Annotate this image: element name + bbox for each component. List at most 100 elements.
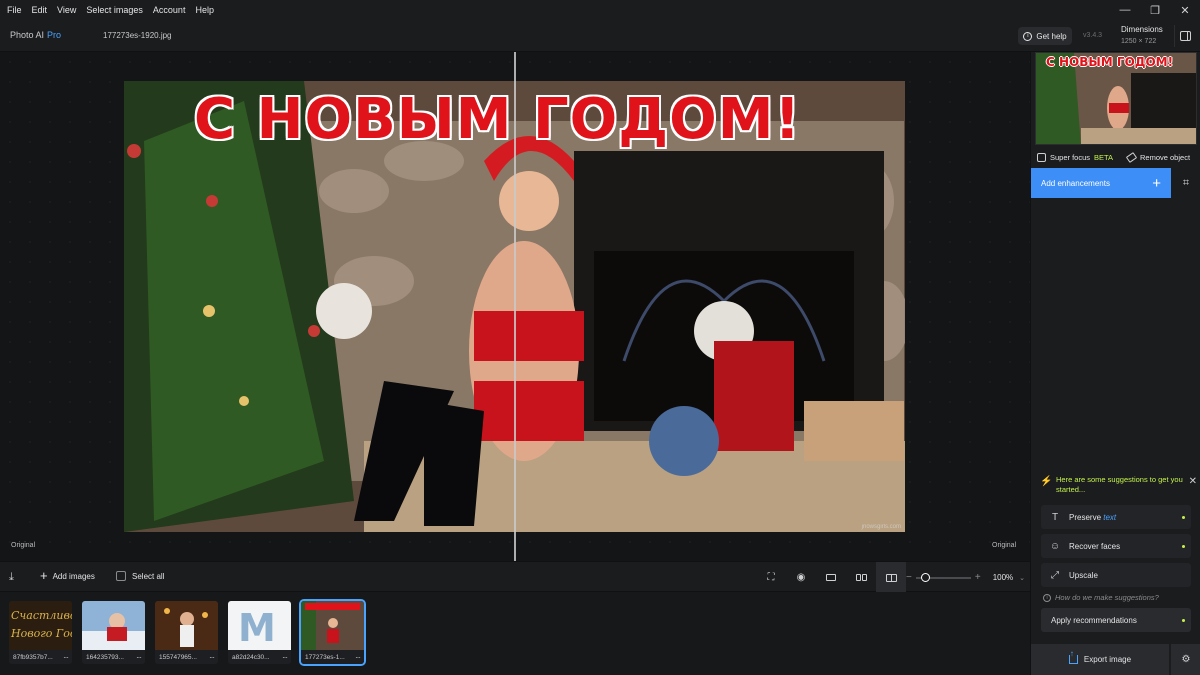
thumbnail-caption: 177273es-1... ···: [301, 650, 364, 664]
app-brand: Photo AI Pro: [10, 30, 61, 40]
split-view-button[interactable]: [876, 562, 906, 593]
watermark: jnowsgirls.com: [861, 524, 901, 530]
remove-object-button[interactable]: Remove object: [1125, 151, 1190, 163]
dimensions-label: Dimensions: [1121, 25, 1163, 34]
focus-view-button[interactable]: ⛶: [756, 562, 786, 593]
thumbnail[interactable]: 164235793... ···: [82, 601, 145, 664]
zoom-slider[interactable]: [915, 572, 971, 582]
minimize-icon[interactable]: —: [1110, 0, 1140, 20]
text-icon: T: [1051, 511, 1059, 523]
collapse-filmstrip-icon[interactable]: ⤓: [9, 571, 14, 584]
zoom-level[interactable]: 100%: [993, 573, 1013, 582]
thumbnail-image: [155, 601, 218, 650]
add-images-button[interactable]: + Add images: [40, 568, 95, 583]
crop-button[interactable]: ⌗: [1171, 168, 1200, 198]
thumbnail-image: [82, 601, 145, 650]
suggestion-label: Upscale: [1069, 570, 1098, 580]
menu-view[interactable]: View: [52, 0, 81, 20]
apply-recommendations-button[interactable]: Apply recommendations: [1041, 608, 1191, 632]
zoom-in-icon[interactable]: +: [975, 572, 981, 583]
apply-recommendations-label: Apply recommendations: [1051, 615, 1137, 625]
svg-text:Счастливого: Счастливого: [11, 609, 72, 622]
tools-row: Super focus BETA Remove object: [1031, 149, 1200, 165]
upscale-icon: ⤢: [1051, 569, 1059, 581]
compare-divider[interactable]: [514, 52, 516, 561]
suggestions-panel: ⚡ Here are some suggestions to get you s…: [1037, 475, 1197, 632]
beta-badge: BETA: [1094, 152, 1114, 162]
suggestion-recover-faces[interactable]: ☺ Recover faces: [1041, 534, 1191, 558]
split-view-icon: [885, 573, 897, 582]
super-focus-label: Super focus: [1050, 152, 1091, 162]
thumbnail-image: M: [228, 601, 291, 650]
menu-help[interactable]: Help: [190, 0, 219, 20]
right-panel: С НОВЫМ ГОДОМ! Super focus BETA Remove o…: [1030, 52, 1200, 675]
navigator-preview[interactable]: С НОВЫМ ГОДОМ!: [1035, 52, 1197, 145]
svg-text:Нового Год: Нового Год: [10, 627, 72, 640]
plus-icon: +: [40, 568, 48, 583]
close-icon[interactable]: ✕: [1170, 0, 1200, 20]
menu-file[interactable]: File: [2, 0, 27, 20]
zoom-out-icon[interactable]: −: [906, 572, 912, 583]
navigator-greeting-text: С НОВЫМ ГОДОМ!: [1046, 55, 1174, 69]
restore-icon[interactable]: ❐: [1140, 0, 1170, 20]
info-icon: i: [1023, 31, 1033, 41]
menu-edit[interactable]: Edit: [27, 0, 53, 20]
close-icon[interactable]: ✕: [1189, 477, 1197, 487]
chevron-down-icon[interactable]: ⌄: [1019, 574, 1025, 582]
super-focus-button[interactable]: Super focus BETA: [1037, 152, 1114, 162]
thumbnail-caption: 164235793... ···: [82, 650, 145, 664]
app-name: Photo AI: [10, 30, 45, 40]
get-help-button[interactable]: i Get help: [1018, 27, 1072, 45]
export-image-label: Export image: [1083, 655, 1132, 664]
how-suggestions-link[interactable]: i How do we make suggestions?: [1043, 593, 1159, 602]
thumbnail[interactable]: M a82d24c30... ···: [228, 601, 291, 664]
thumbnail[interactable]: Счастливого Нового Год 87fb9357b7...···: [9, 601, 72, 664]
select-all-checkbox[interactable]: Select all: [116, 571, 164, 581]
focus-frame-icon: ⛶: [767, 572, 775, 583]
thumbnail-selected[interactable]: 177273es-1... ···: [299, 599, 366, 666]
export-image-button[interactable]: Export image: [1031, 644, 1169, 675]
suggestion-upscale[interactable]: ⤢ Upscale: [1041, 563, 1191, 587]
face-icon: ☺: [1049, 540, 1061, 552]
recommended-dot: [1182, 516, 1185, 519]
eye-icon: ◉: [796, 572, 806, 583]
side-by-side-button[interactable]: [846, 562, 876, 593]
sidebar-icon: [1180, 31, 1191, 41]
add-enhancements-label: Add enhancements: [1041, 178, 1110, 188]
thumbnail-caption: 155747965... ···: [155, 650, 218, 664]
single-view-button[interactable]: [816, 562, 846, 593]
menu-account[interactable]: Account: [148, 0, 191, 20]
more-options-icon[interactable]: ···: [355, 653, 361, 662]
thumbnail-image: [301, 601, 364, 650]
app-header: Photo AI Pro 177273es-1920.jpg i Get help…: [0, 20, 1200, 52]
suggestion-preserve-text[interactable]: T Preserve text: [1041, 505, 1191, 529]
zoom-slider-knob[interactable]: [920, 572, 930, 582]
export-settings-button[interactable]: ⚙: [1171, 644, 1200, 675]
thumbnail-image: Счастливого Нового Год: [9, 601, 72, 650]
more-options-icon[interactable]: ···: [209, 653, 215, 662]
more-options-icon[interactable]: ···: [63, 653, 69, 662]
filmstrip: Счастливого Нового Год 87fb9357b7...··· …: [0, 592, 1030, 675]
menu-select-images[interactable]: Select images: [81, 0, 148, 20]
version-label: v3.4.3: [1083, 32, 1103, 39]
add-enhancements-button[interactable]: Add enhancements +: [1031, 168, 1171, 198]
side-by-side-icon: [855, 574, 867, 581]
recommended-dot: [1182, 619, 1185, 622]
original-label-left: Original: [11, 542, 36, 549]
info-icon: i: [1043, 593, 1051, 602]
gear-icon: ⚙: [1181, 654, 1191, 665]
thumbnail-caption: a82d24c30... ···: [228, 650, 291, 664]
thumbnail[interactable]: 155747965... ···: [155, 601, 218, 664]
panel-toggle-button[interactable]: [1174, 25, 1196, 47]
greeting-text: С НОВЫМ ГОДОМ!: [194, 87, 802, 152]
view-mode-group: ⛶ ◉: [756, 562, 906, 593]
preview-toggle-button[interactable]: ◉: [786, 562, 816, 593]
how-suggestions-text: How do we make suggestions?: [1055, 593, 1159, 602]
file-name: 177273es-1920.jpg: [103, 31, 172, 40]
more-options-icon[interactable]: ···: [282, 653, 288, 662]
get-help-label: Get help: [1036, 31, 1067, 41]
focus-icon: [1037, 152, 1046, 162]
image-canvas[interactable]: С НОВЫМ ГОДОМ! jnowsgirls.com Original O…: [0, 52, 1030, 561]
app-tier: Pro: [47, 30, 62, 40]
more-options-icon[interactable]: ···: [136, 653, 142, 662]
